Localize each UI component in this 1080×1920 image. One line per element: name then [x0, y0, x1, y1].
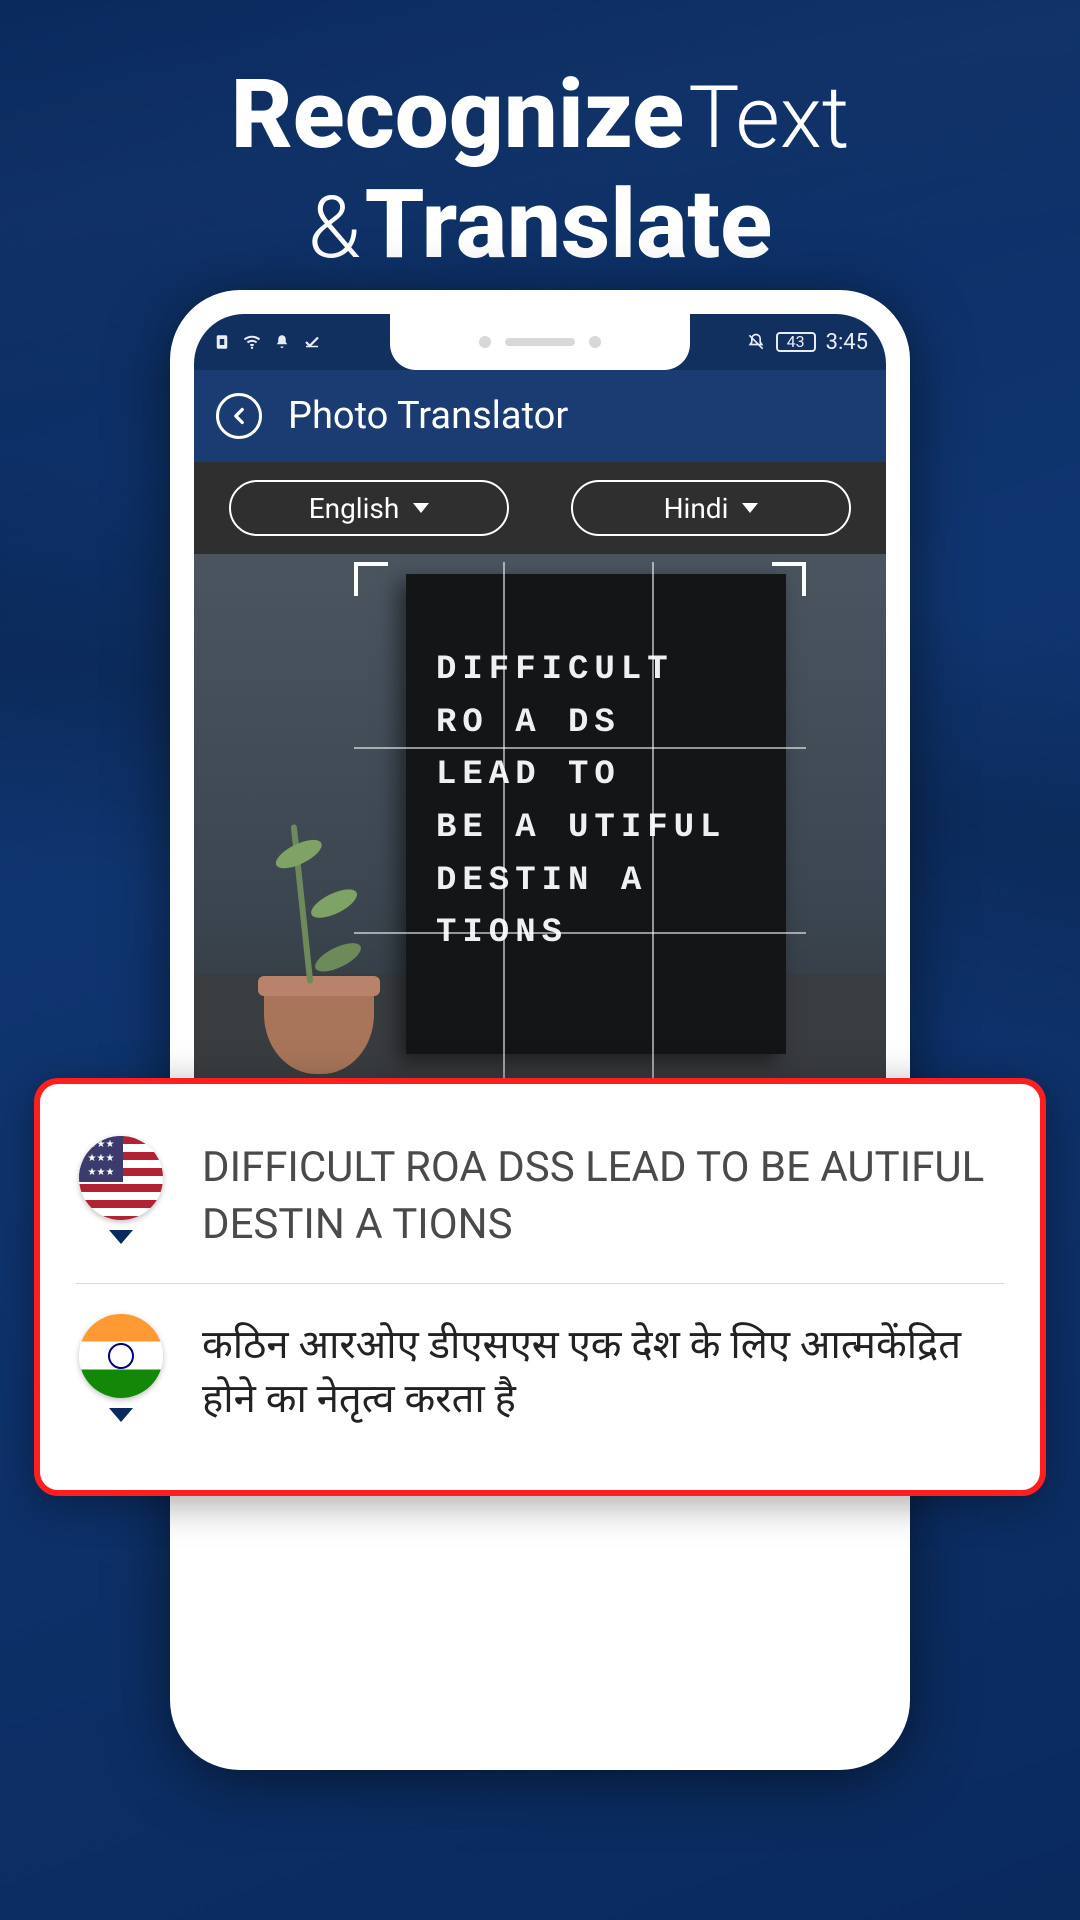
target-language-label: Hindi: [664, 492, 729, 525]
target-result-row: कठिन आरओए डीएसएस एक देश के लिए आत्मकेंद्…: [76, 1292, 1004, 1448]
source-result-row: DIFFICULT ROA DSS LEAD TO BE AUTIFUL DES…: [76, 1114, 1004, 1275]
headline-word-recognize: Recognize: [231, 59, 685, 171]
translation-result-card: DIFFICULT ROA DSS LEAD TO BE AUTIFUL DES…: [34, 1078, 1046, 1496]
photo-plant: [291, 824, 314, 984]
flag-in-icon: [79, 1314, 163, 1398]
headline-word-translate: Translate: [365, 169, 773, 281]
target-language-selector[interactable]: Hindi: [571, 480, 851, 536]
app-title: Photo Translator: [288, 394, 568, 438]
arrow-left-icon: [226, 403, 252, 429]
bell-icon: [272, 332, 292, 352]
battery-level: 43: [776, 332, 816, 352]
chevron-down-icon: [742, 503, 758, 513]
app-header: Photo Translator: [194, 370, 886, 462]
headline-word-amp: &: [308, 177, 361, 278]
promo-headline: Recognize Text & Translate: [0, 0, 1080, 281]
phone-screen: 43 3:45 Photo Translator English Hindi: [194, 314, 886, 1746]
letterboard-text: DIFFICULT RO A DS LEAD TO BE A UTIFUL DE…: [406, 574, 786, 960]
sim-icon: [212, 332, 232, 352]
language-bar: English Hindi: [194, 462, 886, 554]
back-button[interactable]: [216, 393, 262, 439]
photo-preview[interactable]: DIFFICULT RO A DS LEAD TO BE A UTIFUL DE…: [194, 554, 886, 1134]
photo-letterboard: DIFFICULT RO A DS LEAD TO BE A UTIFUL DE…: [406, 574, 786, 1054]
chevron-down-icon: [109, 1230, 133, 1244]
headline-word-text: Text: [688, 67, 849, 168]
mute-icon: [746, 332, 766, 352]
phone-notch: [390, 314, 690, 370]
phone-frame: 43 3:45 Photo Translator English Hindi: [170, 290, 910, 1770]
source-flag-selector[interactable]: [76, 1136, 166, 1253]
divider: [76, 1283, 1004, 1284]
source-language-label: English: [309, 492, 400, 525]
clock: 3:45: [826, 330, 868, 355]
wifi-icon: [242, 332, 262, 352]
target-flag-selector[interactable]: [76, 1314, 166, 1426]
chevron-down-icon: [109, 1408, 133, 1422]
check-icon: [302, 332, 322, 352]
flag-us-icon: [79, 1136, 163, 1220]
crop-handle-tl[interactable]: [354, 562, 388, 596]
recognized-text: DIFFICULT ROA DSS LEAD TO BE AUTIFUL DES…: [202, 1136, 1004, 1253]
chevron-down-icon: [413, 503, 429, 513]
source-language-selector[interactable]: English: [229, 480, 509, 536]
translated-text: कठिन आरओए डीएसएस एक देश के लिए आत्मकेंद्…: [202, 1314, 1004, 1426]
